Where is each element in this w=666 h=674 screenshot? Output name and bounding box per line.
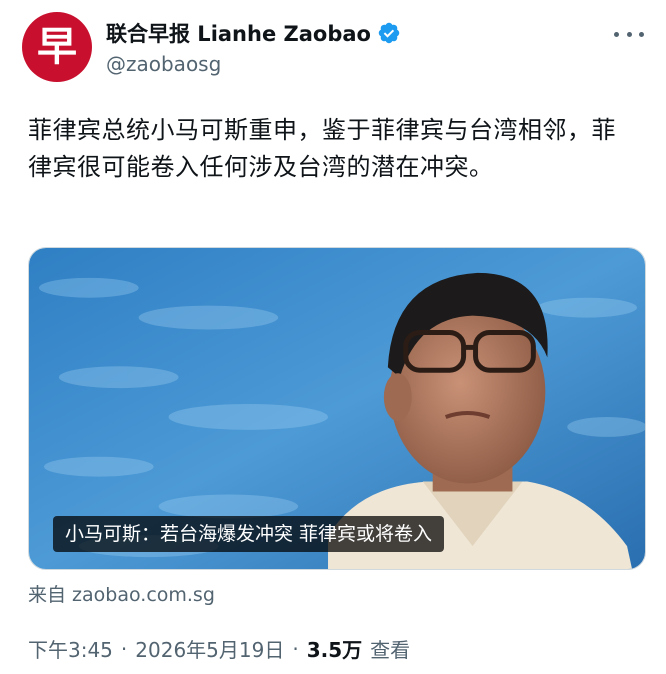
views-count: 3.5万 <box>306 638 363 662</box>
tweet-time[interactable]: 下午3:45 <box>28 634 113 663</box>
more-horizontal-icon[interactable] <box>614 26 644 42</box>
verified-badge-icon <box>378 22 400 44</box>
views-label: 查看 <box>370 638 411 662</box>
name-row: 联合早报 Lianhe Zaobao <box>106 18 401 48</box>
tweet-header: 早 联合早报 Lianhe Zaobao @zaobaosg <box>22 12 646 92</box>
avatar[interactable]: 早 <box>22 12 92 82</box>
more-dot <box>614 31 619 37</box>
account-handle[interactable]: @zaobaosg <box>106 52 221 76</box>
more-dot <box>626 31 632 37</box>
display-name[interactable]: 联合早报 Lianhe Zaobao <box>106 18 371 48</box>
tweet-date[interactable]: 2026年5月19日 <box>135 634 284 663</box>
more-dot <box>639 31 644 37</box>
tweet-text: 菲律宾总统小马可斯重申，鉴于菲律宾与台湾相邻，菲律宾很可能卷入任何涉及台湾的潜在… <box>28 116 616 181</box>
tweet-meta: 下午3:45 · 2026年5月19日 · 3.5万 查看 <box>28 634 410 663</box>
tweet-media-image[interactable]: 小马可斯：若台海爆发冲突 菲律宾或将卷入 <box>28 247 646 570</box>
media-caption: 小马可斯：若台海爆发冲突 菲律宾或将卷入 <box>53 516 445 552</box>
avatar-logo-glyph: 早 <box>37 23 77 70</box>
link-source[interactable]: 来自 zaobao.com.sg <box>28 580 215 607</box>
meta-separator: · <box>292 636 299 661</box>
meta-separator: · <box>120 636 128 661</box>
